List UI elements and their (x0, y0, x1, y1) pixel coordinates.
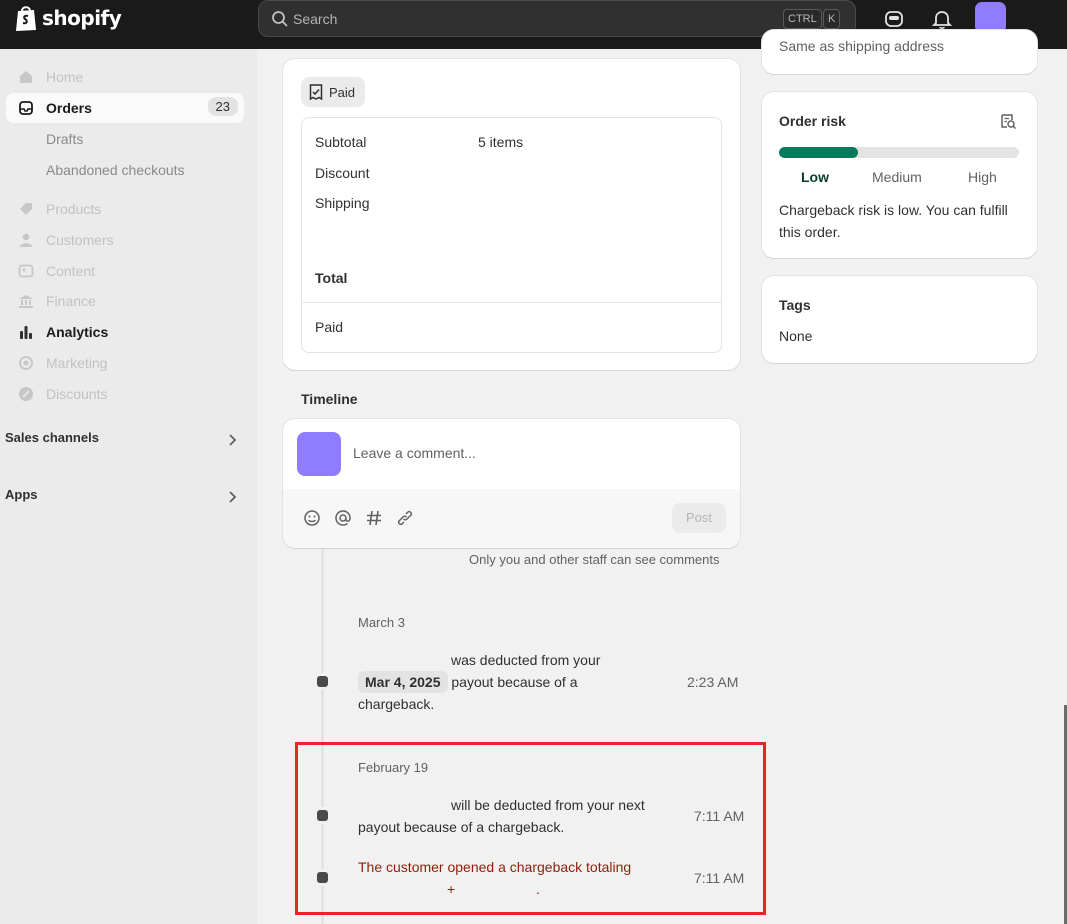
notifications-bell-icon[interactable] (931, 8, 953, 30)
receipt-check-icon (309, 84, 323, 100)
person-icon (20, 233, 32, 247)
tag-icon (20, 203, 32, 215)
tags-value: None (779, 328, 813, 344)
risk-level-bar (779, 147, 1019, 158)
sidebar-item-marketing[interactable]: Marketing (6, 348, 244, 378)
image-icon (18, 264, 34, 278)
sidebar-item-finance[interactable]: Finance (6, 286, 244, 316)
risk-level-medium: Medium (872, 169, 922, 185)
sidebar-item-home[interactable]: Home (6, 62, 244, 92)
sidebar-item-label: Customers (46, 232, 114, 248)
staff-only-note: Only you and other staff can see comment… (469, 552, 720, 567)
event-text: chargeback. (358, 696, 435, 712)
shortcut-k-key: K (823, 9, 841, 29)
search-placeholder: Search (293, 11, 338, 27)
billing-address-card: Same as shipping address (762, 30, 1037, 74)
sidebar-item-discounts[interactable]: Discounts (6, 379, 244, 409)
comment-input[interactable]: Leave a comment... (353, 445, 476, 461)
sidebar-item-label: Products (46, 201, 102, 217)
sidebar-item-label: Content (46, 263, 96, 279)
risk-level-low: Low (801, 169, 829, 185)
sidebar-item-orders[interactable]: Orders 23 (6, 93, 244, 123)
paid-label: Paid (315, 319, 344, 335)
home-icon (20, 71, 32, 83)
highlight-box (295, 742, 766, 915)
bar-chart-icon (20, 326, 32, 339)
link-attachment-icon[interactable] (396, 509, 414, 527)
discount-label: Discount (315, 165, 370, 181)
order-risk-card: Order risk Low Medium High Chargeback ri… (762, 92, 1037, 258)
chevron-right-icon[interactable] (228, 490, 238, 504)
sidebar-item-label: Abandoned checkouts (46, 162, 185, 178)
timeline-date: March 3 (358, 615, 405, 630)
timeline-dot (317, 676, 328, 687)
shopify-bag-icon (16, 6, 36, 31)
staff-avatar (297, 432, 341, 476)
sidekick-icon[interactable] (883, 8, 905, 30)
risk-analysis-icon[interactable] (999, 112, 1017, 130)
paid-status-pill: Paid (301, 77, 366, 107)
search-icon (272, 11, 288, 27)
chevron-right-icon[interactable] (228, 433, 238, 447)
sidebar-item-label: Discounts (46, 386, 108, 402)
risk-level-fill (779, 147, 859, 158)
tags-title: Tags (779, 297, 811, 313)
sidebar-item-label: Finance (46, 293, 96, 309)
timeline-heading: Timeline (301, 391, 358, 407)
store-avatar[interactable] (975, 2, 1006, 33)
sidebar-item-label: Home (46, 69, 84, 85)
divider (302, 302, 721, 303)
orders-count-badge: 23 (207, 97, 238, 116)
timeline-event: was deducted from your Mar 4, 2025 payou… (358, 649, 678, 715)
orders-inbox-icon (19, 101, 33, 115)
sidebar-item-analytics[interactable]: Analytics (6, 317, 244, 347)
sidebar: Home Orders 23 Drafts Abandoned checkout… (0, 49, 257, 924)
payment-details-table: Subtotal 5 items Discount Shipping Total… (301, 117, 722, 353)
payment-summary-card: Paid Subtotal 5 items Discount Shipping … (283, 59, 740, 370)
hashtag-icon[interactable] (365, 509, 383, 527)
sidebar-item-label: Drafts (46, 131, 84, 147)
discount-badge-icon (19, 387, 33, 401)
risk-level-high: High (968, 169, 997, 185)
mention-icon[interactable] (334, 509, 352, 527)
emoji-icon[interactable] (303, 509, 321, 527)
sidebar-item-customers[interactable]: Customers (6, 225, 244, 255)
billing-address-text: Same as shipping address (779, 38, 944, 54)
risk-description: Chargeback risk is low. You can fulfill … (779, 202, 1008, 240)
shopify-logo[interactable]: shopify (14, 4, 122, 32)
event-text: payout because of a (451, 674, 578, 690)
comment-composer: Leave a comment... Post (283, 419, 740, 548)
subtotal-items-count: 5 items (478, 134, 524, 150)
event-time: 2:23 AM (687, 674, 739, 690)
sidebar-item-label: Analytics (46, 324, 109, 340)
sidebar-item-label: Marketing (46, 355, 108, 371)
sidebar-item-products[interactable]: Products (6, 194, 244, 224)
shipping-label: Shipping (315, 195, 370, 211)
logo-wordmark: shopify (42, 6, 122, 30)
sidebar-item-drafts[interactable]: Drafts (6, 124, 244, 154)
paid-status-label: Paid (329, 84, 356, 100)
post-button[interactable]: Post (672, 503, 726, 533)
target-icon (19, 356, 33, 370)
total-label: Total (315, 270, 348, 286)
tags-card: Tags None (762, 276, 1037, 363)
event-text: was deducted from your (451, 652, 601, 668)
sales-channels-heading[interactable]: Sales channels (5, 430, 99, 445)
bank-icon (19, 295, 33, 308)
apps-heading[interactable]: Apps (5, 487, 38, 502)
order-risk-title: Order risk (779, 113, 846, 129)
payout-date-chip[interactable]: Mar 4, 2025 (358, 671, 448, 693)
comment-toolbar: Post (283, 489, 740, 548)
sidebar-item-abandoned-checkouts[interactable]: Abandoned checkouts (6, 155, 244, 185)
shortcut-ctrl-key: CTRL (783, 9, 822, 29)
sidebar-item-label: Orders (46, 100, 92, 116)
subtotal-label: Subtotal (315, 134, 367, 150)
sidebar-item-content[interactable]: Content (6, 256, 244, 286)
